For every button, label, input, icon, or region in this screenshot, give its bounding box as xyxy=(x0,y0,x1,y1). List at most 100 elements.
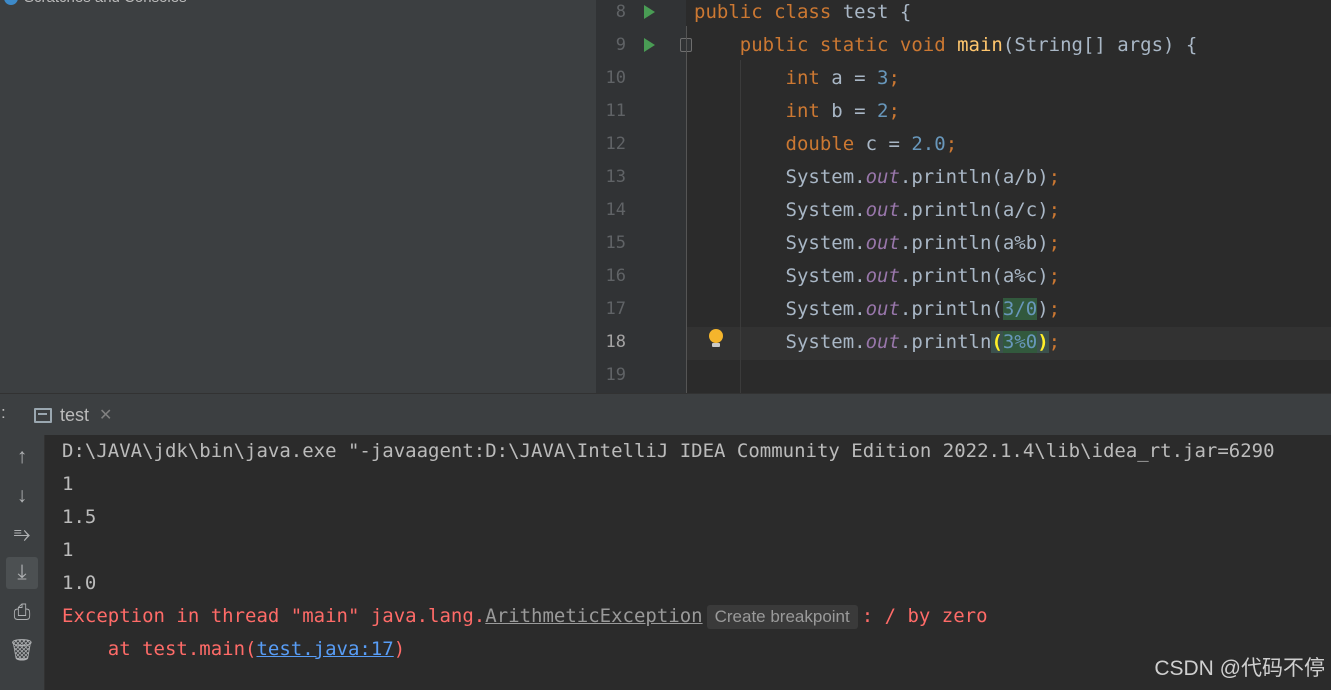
exception-message: : / by zero xyxy=(861,605,988,627)
code-token: ; xyxy=(945,133,958,155)
gutter-line[interactable]: 14 xyxy=(596,194,686,227)
line-number: 10 xyxy=(605,68,626,88)
arrow-down-icon[interactable]: ↓ xyxy=(6,480,38,512)
line-number: 13 xyxy=(605,167,626,187)
run-console[interactable]: ↑ ↓ ⥱ ⤓ ⎙ 🗑 D:\JAVA\jdk\bin\java.exe "-j… xyxy=(0,435,1331,690)
code-token: 3 xyxy=(877,67,889,89)
exception-class-link[interactable]: ArithmeticException xyxy=(485,605,702,627)
code-line: public class test { xyxy=(694,0,911,29)
code-line: double c = 2.0; xyxy=(694,128,958,161)
gutter-line[interactable]: 12 xyxy=(596,128,686,161)
print-icon[interactable]: ⎙ xyxy=(6,597,38,629)
code-token: 3%0 xyxy=(1002,331,1038,353)
code-token: out xyxy=(865,298,900,320)
soft-wrap-icon[interactable]: ⥱ xyxy=(6,519,38,551)
code-token: System. xyxy=(694,199,866,221)
code-token: int xyxy=(785,100,832,122)
gutter-line[interactable]: 15 xyxy=(596,227,686,260)
code-token: ; xyxy=(888,67,900,89)
code-editor[interactable]: 8 9 10 11 12 13 14 15 16 17 18 19 public class test… xyxy=(596,0,1331,393)
code-token: ; xyxy=(1048,199,1061,221)
code-token: System. xyxy=(694,166,866,188)
gutter-line[interactable]: 16 xyxy=(596,260,686,293)
console-command-line: D:\JAVA\jdk\bin\java.exe "-javaagent:D:\… xyxy=(62,440,1275,462)
console-output-line: 1 xyxy=(62,473,74,495)
scratches-and-consoles-item[interactable]: Scratches and Consoles xyxy=(4,0,187,8)
code-token: a = xyxy=(831,67,878,89)
line-number: 14 xyxy=(605,200,626,220)
code-token: .println(a/b) xyxy=(899,166,1049,188)
code-token: (String[] args) { xyxy=(1002,34,1198,56)
code-token: out xyxy=(865,331,900,353)
line-number: 17 xyxy=(605,299,626,319)
trash-icon[interactable]: 🗑 xyxy=(6,635,38,667)
code-token: System. xyxy=(694,265,866,287)
code-token: System. xyxy=(694,232,866,254)
run-tab-test[interactable]: test ✕ xyxy=(34,394,112,436)
stack-trace-line: at test.main(test.java:17) xyxy=(62,633,405,666)
exception-line: Exception in thread "main" java.lang.Ari… xyxy=(62,600,988,633)
code-token: ; xyxy=(1048,166,1061,188)
gutter-line[interactable]: 8 xyxy=(596,0,686,29)
line-number: 8 xyxy=(615,2,626,22)
editor-gutter[interactable]: 8 9 10 11 12 13 14 15 16 17 18 19 xyxy=(596,0,692,393)
code-token: ; xyxy=(888,100,900,122)
code-line: int a = 3; xyxy=(694,62,900,95)
code-token: out xyxy=(865,199,900,221)
scratches-icon xyxy=(4,0,18,5)
code-token: System. xyxy=(694,298,866,320)
code-token: ; xyxy=(1048,331,1061,353)
code-token: ( xyxy=(991,331,1003,353)
line-number: 11 xyxy=(605,101,626,121)
gutter-line[interactable]: 19 xyxy=(596,359,686,392)
code-token: test { xyxy=(842,1,912,23)
run-gutter-icon[interactable] xyxy=(644,38,655,52)
code-token: ; xyxy=(1048,265,1061,287)
line-number: 15 xyxy=(605,233,626,253)
code-token: out xyxy=(865,166,900,188)
stack-suffix: ) xyxy=(393,638,406,660)
code-token: 3/0 xyxy=(1002,298,1038,320)
code-token: main xyxy=(957,34,1003,56)
code-token: System. xyxy=(694,331,866,353)
code-token: 2.0 xyxy=(911,133,946,155)
code-line: System.out.println(3/0); xyxy=(694,293,1060,326)
console-tab-icon xyxy=(34,407,52,423)
close-tab-icon[interactable]: ✕ xyxy=(99,405,112,425)
gutter-line[interactable]: 17 xyxy=(596,293,686,326)
line-number: 19 xyxy=(605,365,626,385)
console-output-line: 1.0 xyxy=(62,572,97,594)
gutter-line[interactable]: 13 xyxy=(596,161,686,194)
code-line: System.out.println(a%c); xyxy=(694,260,1061,293)
gutter-line[interactable]: 9 xyxy=(596,29,692,62)
line-number: 16 xyxy=(605,266,626,286)
code-token: .println(a%c) xyxy=(899,265,1049,287)
console-output-line: 1 xyxy=(62,539,74,561)
code-token: .println(a/c) xyxy=(899,199,1049,221)
gutter-line[interactable]: 18 xyxy=(596,326,686,359)
console-toolbar: ↑ ↓ ⥱ ⤓ ⎙ 🗑 xyxy=(0,435,45,690)
code-line: System.out.println(a/b); xyxy=(694,161,1061,194)
gutter-line[interactable]: 10 xyxy=(596,62,686,95)
line-number: 12 xyxy=(605,134,626,154)
run-tab-label: test xyxy=(60,404,90,425)
project-panel: Scratches and Consoles xyxy=(0,0,596,393)
code-token: .println( xyxy=(899,298,1003,320)
arrow-up-icon[interactable]: ↑ xyxy=(6,441,38,473)
scroll-to-end-icon[interactable]: ⤓ xyxy=(6,557,38,589)
run-tool-window-header: : test ✕ xyxy=(0,393,1331,435)
code-line: System.out.println(a%b); xyxy=(694,227,1061,260)
scratches-label: Scratches and Consoles xyxy=(24,0,187,8)
code-line: System.out.println(3%0); xyxy=(694,326,1060,359)
run-gutter-icon[interactable] xyxy=(644,5,655,19)
code-line: int b = 2; xyxy=(694,95,900,128)
code-token: double xyxy=(785,133,866,155)
gutter-line[interactable]: 11 xyxy=(596,95,686,128)
stack-source-link[interactable]: test.java:17 xyxy=(256,638,393,660)
code-token: out xyxy=(865,232,900,254)
create-breakpoint-chip[interactable]: Create breakpoint xyxy=(706,604,858,629)
code-token: 2 xyxy=(877,100,889,122)
